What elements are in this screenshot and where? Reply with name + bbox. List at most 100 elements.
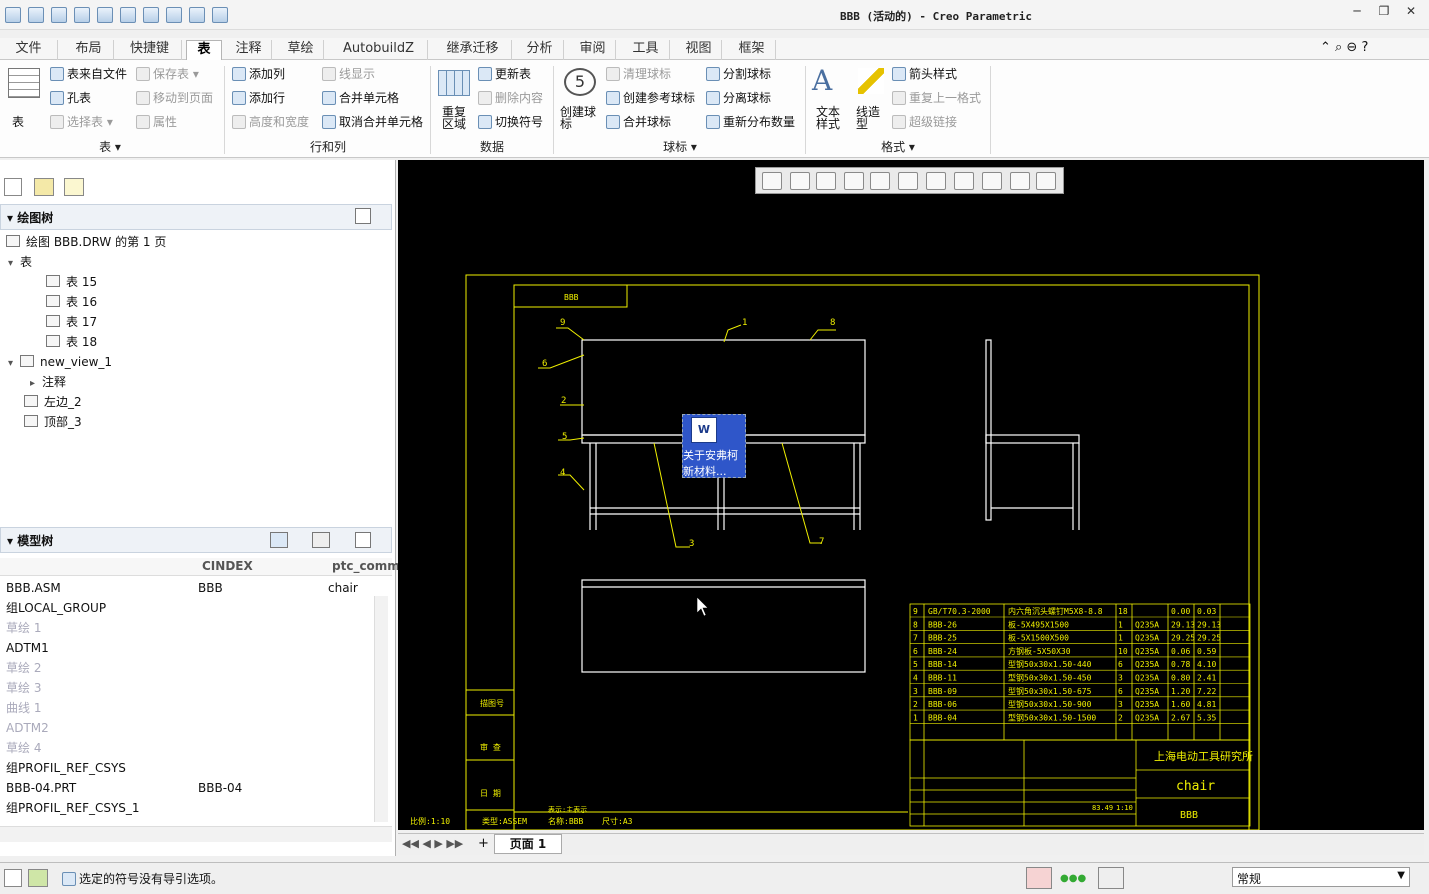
close-button[interactable]: ✕ xyxy=(1400,4,1422,22)
tab-layout[interactable]: 布局 xyxy=(64,40,114,60)
balloon-icon[interactable]: 5 xyxy=(564,68,596,96)
height-width-button[interactable]: 高度和宽度 xyxy=(232,114,309,130)
update-tables-button[interactable]: 更新表 xyxy=(478,66,531,82)
model-tree-row[interactable]: 草绘 1 xyxy=(6,618,372,638)
tab-sketch[interactable]: 草绘 xyxy=(278,40,324,60)
tree-settings-icon[interactable] xyxy=(355,208,371,224)
model-tree-row[interactable]: ADTM2 xyxy=(6,718,372,738)
model-tree-hscrollbar[interactable] xyxy=(0,826,392,842)
model-tree-row[interactable]: 组LOCAL_GROUP xyxy=(6,598,372,618)
csys-display-icon[interactable] xyxy=(1010,172,1030,190)
balloon-4[interactable]: 4 xyxy=(560,468,565,478)
repeat-last-format-button[interactable]: 重复上一格式 xyxy=(892,90,981,106)
redo-icon[interactable] xyxy=(166,7,182,23)
browser-toggle-icon[interactable] xyxy=(28,869,48,887)
hyperlink-button[interactable]: 超级链接 xyxy=(892,114,957,130)
tab-shortcuts[interactable]: 快捷键 xyxy=(118,40,182,60)
tree-node-table-15[interactable]: 表 15 xyxy=(46,272,97,292)
group-label-table[interactable]: 表 ▾ xyxy=(70,138,150,155)
page-tab[interactable]: 页面 1 xyxy=(494,834,562,854)
tree-node-view[interactable]: ▾ new_view_1 xyxy=(8,352,112,374)
model-tree-row[interactable]: 草绘 4 xyxy=(6,738,372,758)
balloon-7[interactable]: 7 xyxy=(819,537,824,547)
tree-node-table-16[interactable]: 表 16 xyxy=(46,292,97,312)
desktop-document-icon[interactable]: W 关于安弗柯 新材料... xyxy=(682,414,746,478)
new-icon[interactable] xyxy=(5,7,21,23)
tab-legacy-migration[interactable]: 继承迁移 xyxy=(434,40,512,60)
open-icon[interactable] xyxy=(28,7,44,23)
redistribute-qty-button[interactable]: 重新分布数量 xyxy=(706,114,795,130)
line-display-button[interactable]: 线显示 xyxy=(322,66,375,82)
unmerge-cells-button[interactable]: 取消合并单元格 xyxy=(322,114,423,130)
add-page-button[interactable]: + xyxy=(478,836,492,851)
tab-tools[interactable]: 工具 xyxy=(622,40,670,60)
model-tree-row[interactable]: 组PROFIL_REF_CSYS xyxy=(6,758,372,778)
save-table-button[interactable]: 保存表 ▾ xyxy=(136,66,199,82)
create-balloon-button[interactable]: 创建球 标 xyxy=(560,106,596,130)
favorites-tab-icon[interactable] xyxy=(64,178,84,196)
tree-tab-icon[interactable] xyxy=(4,178,22,196)
model-tree-row[interactable]: 草绘 3 xyxy=(6,678,372,698)
help-icons[interactable]: ⌃ ⌕ ⊖ ? xyxy=(1320,40,1368,55)
graphics-area[interactable]: BBB 描图号 审 查 日 期 比例:1:10 类型:ASSEM 名称:BBB … xyxy=(398,160,1424,831)
balloon-5[interactable]: 5 xyxy=(562,432,567,442)
switch-symbols-button[interactable]: 切换符号 xyxy=(478,114,543,130)
create-ref-balloon-button[interactable]: 创建参考球标 xyxy=(606,90,695,106)
add-row-button[interactable]: 添加行 xyxy=(232,90,285,106)
annotation-display-icon[interactable] xyxy=(954,172,974,190)
properties-button[interactable]: 属性 xyxy=(136,114,177,130)
refit-icon[interactable] xyxy=(762,172,782,190)
model-tree-scrollbar[interactable] xyxy=(374,596,388,822)
text-style-icon[interactable]: A xyxy=(812,64,832,97)
split-balloons-button[interactable]: 分割球标 xyxy=(706,66,771,82)
balloon-2[interactable]: 2 xyxy=(561,396,566,406)
balloon-8[interactable]: 8 xyxy=(830,318,835,328)
hole-table-button[interactable]: 孔表 xyxy=(50,90,91,106)
drawing-root[interactable]: 绘图 BBB.DRW 的第 1 页 xyxy=(6,232,166,252)
tree-node-tables[interactable]: ▾ 表 xyxy=(8,252,32,274)
line-style-icon[interactable] xyxy=(858,68,884,94)
model-tree-row[interactable]: 组PROFIL_REF_CSYS_1 xyxy=(6,798,372,818)
show-icon[interactable] xyxy=(270,532,288,548)
point-display-icon[interactable] xyxy=(982,172,1002,190)
undo-icon[interactable] xyxy=(143,7,159,23)
tab-file[interactable]: 文件 xyxy=(0,40,58,60)
column-ptc-comm[interactable]: ptc_comm xyxy=(332,559,400,573)
drawing-tree-header[interactable]: ▾ 绘图树 xyxy=(0,204,392,230)
tab-analysis[interactable]: 分析 xyxy=(516,40,564,60)
balloon-9[interactable]: 9 xyxy=(560,318,565,328)
model-tree-row[interactable]: BBB.ASM BBB chair xyxy=(6,578,372,598)
model-tree-row[interactable]: ADTM1 xyxy=(6,638,372,658)
stop-icon[interactable] xyxy=(1026,867,1052,889)
text-style-button[interactable]: 文本 样式 xyxy=(816,106,840,130)
folder-tab-icon[interactable] xyxy=(34,178,54,196)
balloon-3[interactable]: 3 xyxy=(689,539,694,549)
page-nav-arrows[interactable]: ◀◀ ◀ ▶ ▶▶ xyxy=(402,837,463,850)
navigator-toggle-icon[interactable] xyxy=(4,869,22,887)
group-label-format[interactable]: 格式 ▾ xyxy=(858,138,938,155)
zoom-out-icon[interactable] xyxy=(816,172,836,190)
display-style-icon[interactable] xyxy=(870,172,890,190)
tools-icon[interactable] xyxy=(312,532,330,548)
add-column-button[interactable]: 添加列 xyxy=(232,66,285,82)
table-button[interactable]: 表 xyxy=(12,114,24,130)
repaint-icon[interactable] xyxy=(844,172,864,190)
tab-autobuildz[interactable]: AutobuildZ xyxy=(330,40,428,60)
arrow-style-button[interactable]: 箭头样式 xyxy=(892,66,957,82)
saved-views-icon[interactable] xyxy=(898,172,918,190)
tab-review[interactable]: 审阅 xyxy=(570,40,616,60)
merge-cells-button[interactable]: 合并单元格 xyxy=(322,90,399,106)
tab-annotate[interactable]: 注释 xyxy=(226,40,272,60)
merge-balloons-button[interactable]: 合并球标 xyxy=(606,114,671,130)
repeat-region-icon[interactable] xyxy=(438,70,470,96)
tree-node-table-17[interactable]: 表 17 xyxy=(46,312,97,332)
select-icon[interactable] xyxy=(189,7,205,23)
datum-display-icon[interactable] xyxy=(926,172,946,190)
model-tree-row[interactable]: BBB-04.PRT BBB-04 xyxy=(6,778,372,798)
model-tree-row[interactable]: 曲线 1 xyxy=(6,698,372,718)
tree-node-top-view[interactable]: 顶部_3 xyxy=(24,412,82,432)
balloon-6[interactable]: 6 xyxy=(542,359,547,369)
spin-center-icon[interactable] xyxy=(1036,172,1056,190)
find-icon[interactable] xyxy=(1098,867,1124,889)
close-window-icon[interactable] xyxy=(212,7,228,23)
